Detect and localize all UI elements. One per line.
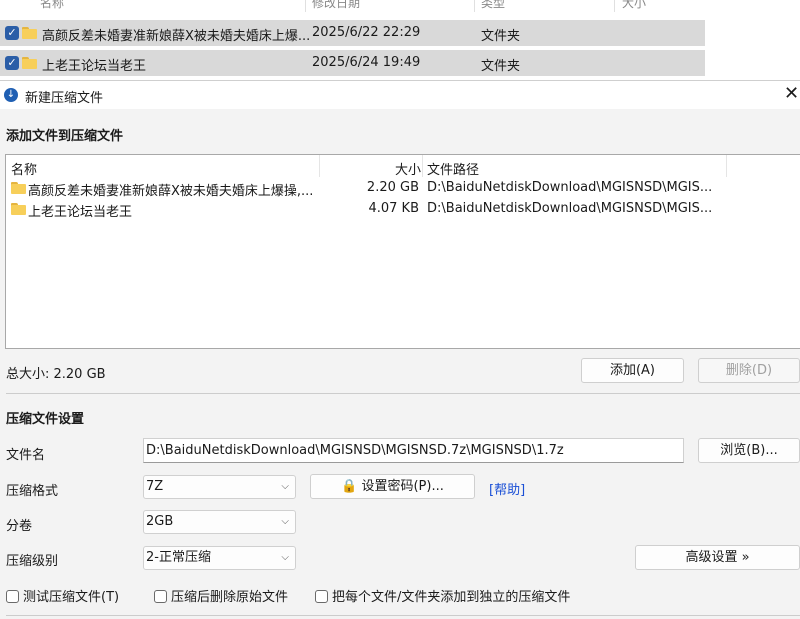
column-divider xyxy=(726,155,727,177)
add-button[interactable]: 添加(A) xyxy=(581,358,684,383)
filename-input[interactable]: D:\BaiduNetdiskDownload\MGISNSD\MGISNSD.… xyxy=(143,438,684,463)
new-archive-dialog: ↓ 新建压缩文件 ✕ 添加文件到压缩文件 名称 大小 文件路径 高颜反差未婚妻准… xyxy=(0,80,800,619)
volume-label: 分卷 xyxy=(6,519,33,534)
add-files-heading: 添加文件到压缩文件 xyxy=(6,129,124,144)
folder-icon xyxy=(11,203,26,215)
column-divider xyxy=(305,0,306,12)
file-name: 高颜反差未婚妻准新娘薛X被未婚夫婚床上爆操,... xyxy=(28,184,314,199)
format-selected-value: 7Z xyxy=(146,479,164,494)
volume-selected-value: 2GB xyxy=(146,514,174,529)
format-select[interactable]: 7Z ⌵ xyxy=(143,475,296,499)
chevron-down-icon: ⌵ xyxy=(281,552,289,563)
list-item[interactable]: 高颜反差未婚妻准新娘薛X被未婚夫婚床上爆操,... 2.20 GB D:\Bai… xyxy=(6,178,800,199)
column-divider xyxy=(319,155,320,177)
set-password-button[interactable]: 🔒 设置密码(P)... xyxy=(310,474,475,499)
list-header-name[interactable]: 名称 xyxy=(11,159,37,178)
file-path: D:\BaiduNetdiskDownload\MGISNSD\MGIS... xyxy=(427,180,713,195)
explorer-row[interactable]: ✓ 高颜反差未婚妻准新娘薛X被未婚夫婚床上爆... 2025/6/22 22:2… xyxy=(0,20,705,46)
level-selected-value: 2-正常压缩 xyxy=(146,550,211,565)
separate-archives-checkbox[interactable]: 把每个文件/文件夹添加到独立的压缩文件 xyxy=(315,586,570,605)
column-divider xyxy=(474,0,475,12)
settings-heading: 压缩文件设置 xyxy=(6,412,85,427)
column-header-size[interactable]: 大小 xyxy=(622,0,646,12)
column-divider xyxy=(422,155,423,177)
app-logo-icon: ↓ xyxy=(4,88,18,102)
compression-level-select[interactable]: 2-正常压缩 ⌵ xyxy=(143,546,296,570)
test-archive-checkbox[interactable]: 测试压缩文件(T) xyxy=(6,586,119,605)
close-button[interactable]: ✕ xyxy=(784,84,800,104)
file-size: 2.20 GB xyxy=(366,180,419,195)
checkbox-box[interactable] xyxy=(154,590,167,603)
row-checkbox[interactable]: ✓ xyxy=(5,56,19,70)
folder-icon xyxy=(11,182,26,194)
file-path: D:\BaiduNetdiskDownload\MGISNSD\MGIS... xyxy=(427,201,713,216)
row-checkbox[interactable]: ✓ xyxy=(5,26,19,40)
compression-level-label: 压缩级别 xyxy=(6,554,59,569)
delete-after-checkbox[interactable]: 压缩后删除原始文件 xyxy=(154,586,288,605)
column-header-type[interactable]: 类型 xyxy=(481,0,505,12)
list-header-path[interactable]: 文件路径 xyxy=(427,159,479,178)
section-divider xyxy=(6,615,800,616)
list-header-size[interactable]: 大小 xyxy=(395,159,421,178)
separate-archives-label: 把每个文件/文件夹添加到独立的压缩文件 xyxy=(332,590,571,605)
chevron-down-icon: ⌵ xyxy=(281,516,289,527)
column-header-date[interactable]: 修改日期 xyxy=(312,0,360,12)
advanced-settings-button[interactable]: 高级设置 » xyxy=(635,545,800,570)
delete-button[interactable]: 删除(D) xyxy=(698,358,800,383)
total-size-label: 总大小: 2.20 GB xyxy=(6,367,106,382)
explorer-row[interactable]: ✓ 上老王论坛当老王 2025/6/24 19:49 文件夹 xyxy=(0,50,705,76)
volume-select[interactable]: 2GB ⌵ xyxy=(143,510,296,534)
dialog-title: 新建压缩文件 xyxy=(25,91,104,106)
chevron-down-icon: ⌵ xyxy=(281,481,289,492)
file-list[interactable]: 名称 大小 文件路径 高颜反差未婚妻准新娘薛X被未婚夫婚床上爆操,... 2.2… xyxy=(5,154,800,349)
file-name: 上老王论坛当老王 xyxy=(28,205,133,220)
test-archive-label: 测试压缩文件(T) xyxy=(23,590,120,605)
format-label: 压缩格式 xyxy=(6,484,59,499)
row-date: 2025/6/22 22:29 xyxy=(312,25,421,40)
row-date: 2025/6/24 19:49 xyxy=(312,55,421,70)
folder-icon xyxy=(22,57,37,69)
lock-icon: 🔒 xyxy=(341,479,358,494)
delete-after-label: 压缩后删除原始文件 xyxy=(171,590,289,605)
set-password-label: 设置密码(P)... xyxy=(361,479,444,494)
file-explorer: 名称 修改日期 类型 大小 ✓ 高颜反差未婚妻准新娘薛X被未婚夫婚床上爆... … xyxy=(0,0,800,80)
checkbox-box[interactable] xyxy=(6,590,19,603)
file-size: 4.07 KB xyxy=(368,201,419,216)
list-item[interactable]: 上老王论坛当老王 4.07 KB D:\BaiduNetdiskDownload… xyxy=(6,199,800,220)
row-type: 文件夹 xyxy=(481,29,521,44)
row-type: 文件夹 xyxy=(481,59,521,74)
help-link[interactable]: [帮助] xyxy=(489,479,525,498)
row-name: 高颜反差未婚妻准新娘薛X被未婚夫婚床上爆... xyxy=(42,29,311,44)
column-header-name[interactable]: 名称 xyxy=(40,0,64,12)
dialog-titlebar[interactable]: ↓ 新建压缩文件 ✕ xyxy=(0,81,800,109)
filename-label: 文件名 xyxy=(6,448,46,463)
checkbox-box[interactable] xyxy=(315,590,328,603)
column-divider xyxy=(614,0,615,12)
folder-icon xyxy=(22,27,37,39)
row-name: 上老王论坛当老王 xyxy=(42,59,147,74)
browse-button[interactable]: 浏览(B)... xyxy=(698,438,800,463)
section-divider xyxy=(6,393,800,394)
